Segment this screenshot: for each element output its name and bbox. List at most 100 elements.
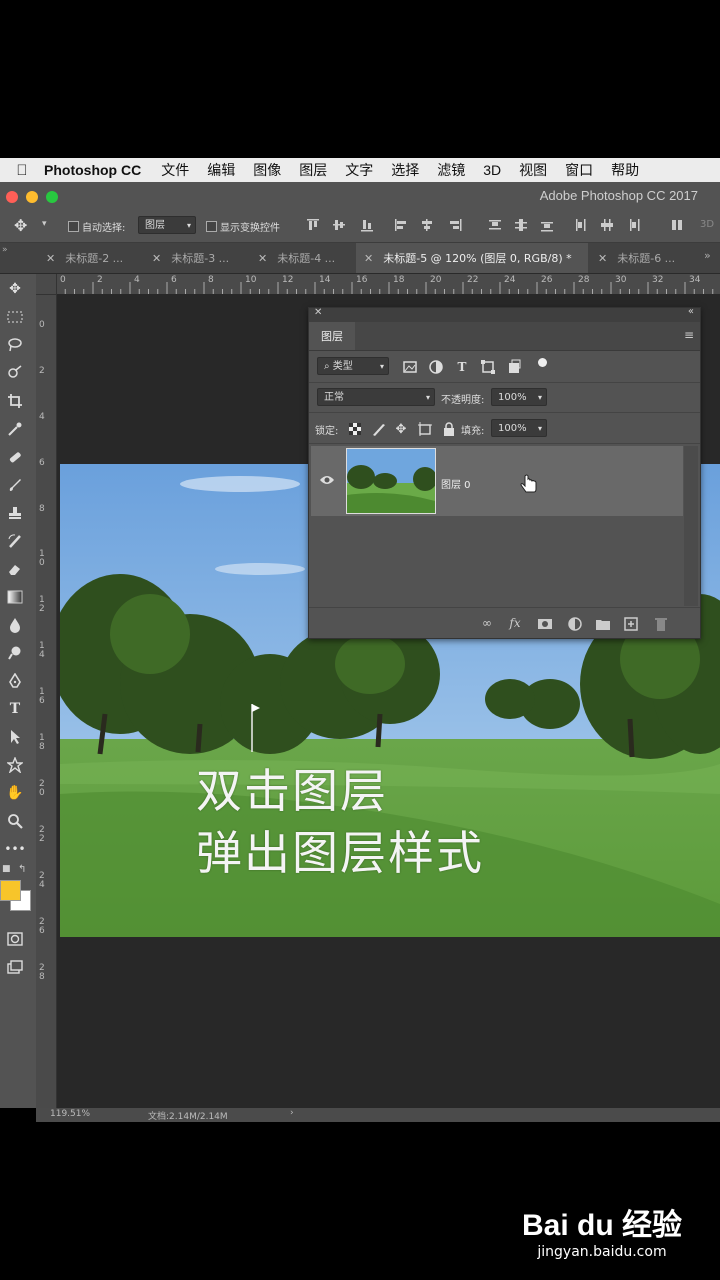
tab-doc-3[interactable]: ✕ 未标题-3 ... xyxy=(144,243,258,273)
zoom-window-button[interactable] xyxy=(46,191,58,203)
history-brush-tool-icon[interactable] xyxy=(4,530,26,552)
close-window-button[interactable] xyxy=(6,191,18,203)
fill-input[interactable]: 100% ▾ xyxy=(491,419,547,437)
lock-pixels-icon[interactable] xyxy=(371,421,387,437)
new-group-icon[interactable] xyxy=(595,616,611,632)
tab-layers[interactable]: 图层 xyxy=(309,322,355,350)
move-tool-icon[interactable]: ✥ xyxy=(14,216,27,235)
blur-tool-icon[interactable] xyxy=(4,614,26,636)
healing-brush-tool-icon[interactable] xyxy=(4,446,26,468)
menu-image[interactable]: 图像 xyxy=(253,160,281,180)
clone-stamp-tool-icon[interactable] xyxy=(4,502,26,524)
close-icon[interactable]: ✕ xyxy=(152,252,161,265)
menu-select[interactable]: 选择 xyxy=(391,160,419,180)
tab-doc-5[interactable]: ✕ 未标题-5 @ 120% (图层 0, RGB/8) * xyxy=(356,243,588,273)
auto-align-icon[interactable] xyxy=(670,218,684,232)
opacity-input[interactable]: 100% ▾ xyxy=(491,388,547,406)
new-adjustment-layer-icon[interactable] xyxy=(567,616,583,632)
filter-type-icon[interactable]: T xyxy=(454,359,470,375)
ruler-origin[interactable] xyxy=(36,274,57,295)
tab-doc-4[interactable]: ✕ 未标题-4 ... xyxy=(250,243,364,273)
menu-type[interactable]: 文字 xyxy=(345,160,373,180)
close-icon[interactable]: ✕ xyxy=(46,252,55,265)
screen-mode-icon[interactable] xyxy=(4,956,26,978)
align-bottom-icon[interactable] xyxy=(360,218,374,232)
status-menu-icon[interactable]: › xyxy=(290,1108,294,1118)
add-mask-icon[interactable] xyxy=(537,616,553,632)
distribute-left-icon[interactable] xyxy=(574,218,588,232)
layer-row[interactable]: 图层 0 xyxy=(311,446,683,516)
app-menu[interactable]: Photoshop CC xyxy=(44,162,141,178)
menu-window[interactable]: 窗口 xyxy=(565,160,593,180)
menu-edit[interactable]: 编辑 xyxy=(207,160,235,180)
expand-panels-icon[interactable]: » xyxy=(2,245,8,255)
default-colors-icon[interactable]: ■ xyxy=(2,864,11,874)
auto-select-checkbox[interactable] xyxy=(68,221,79,232)
chevron-down-icon[interactable]: ▾ xyxy=(42,219,47,229)
layer-name[interactable]: 图层 0 xyxy=(441,476,471,491)
show-transform-checkbox[interactable] xyxy=(206,221,217,232)
lock-all-icon[interactable] xyxy=(441,421,457,437)
lock-artboard-icon[interactable] xyxy=(417,421,433,437)
close-icon[interactable]: ✕ xyxy=(598,252,607,265)
tabs-overflow-icon[interactable]: » xyxy=(704,249,711,262)
horizontal-ruler[interactable]: 0 2 4 6 8 10 12 14 16 18 20 22 24 26 28 … xyxy=(56,274,720,295)
tab-doc-6[interactable]: ✕ 未标题-6 ... xyxy=(590,243,698,273)
dodge-tool-icon[interactable] xyxy=(4,642,26,664)
lock-position-icon[interactable]: ✥ xyxy=(393,421,409,437)
close-icon[interactable]: ✕ xyxy=(314,307,322,318)
filter-pixel-icon[interactable] xyxy=(402,359,418,375)
panel-header[interactable]: ✕ « xyxy=(309,306,700,322)
distribute-vcenter-icon[interactable] xyxy=(514,218,528,232)
eyedropper-tool-icon[interactable] xyxy=(4,418,26,440)
marquee-tool-icon[interactable] xyxy=(4,306,26,328)
blend-mode-dropdown[interactable]: 正常 ▾ xyxy=(317,388,435,406)
menu-3d[interactable]: 3D xyxy=(483,162,501,178)
auto-select-dropdown[interactable]: 图层 ▾ xyxy=(138,216,196,234)
zoom-tool-icon[interactable] xyxy=(4,810,26,832)
align-right-icon[interactable] xyxy=(448,218,462,232)
align-vcenter-icon[interactable] xyxy=(332,218,346,232)
type-tool-icon[interactable]: T xyxy=(4,698,26,720)
filter-smart-object-icon[interactable] xyxy=(506,359,522,375)
path-selection-tool-icon[interactable] xyxy=(4,726,26,748)
filter-toggle[interactable] xyxy=(538,358,547,367)
align-left-icon[interactable] xyxy=(394,218,408,232)
menu-help[interactable]: 帮助 xyxy=(611,160,639,180)
brush-tool-icon[interactable] xyxy=(4,474,26,496)
close-icon[interactable]: ✕ xyxy=(364,252,373,265)
panel-menu-icon[interactable]: ≡ xyxy=(684,328,694,342)
zoom-level[interactable]: 119.51% xyxy=(50,1109,90,1119)
menu-view[interactable]: 视图 xyxy=(519,160,547,180)
distribute-hcenter-icon[interactable] xyxy=(600,218,614,232)
custom-shape-tool-icon[interactable] xyxy=(4,754,26,776)
menu-filter[interactable]: 滤镜 xyxy=(437,160,465,180)
gradient-tool-icon[interactable] xyxy=(4,586,26,608)
apple-menu-icon[interactable]:  xyxy=(0,162,44,179)
eraser-tool-icon[interactable] xyxy=(4,558,26,580)
more-tools-icon[interactable]: ••• xyxy=(4,838,26,860)
filter-kind-dropdown[interactable]: ⌕ 类型 ▾ xyxy=(317,357,389,375)
filter-shape-icon[interactable] xyxy=(480,359,496,375)
pen-tool-icon[interactable] xyxy=(4,670,26,692)
distribute-right-icon[interactable] xyxy=(626,218,640,232)
swap-colors-icon[interactable]: ↰ xyxy=(18,864,26,875)
foreground-color-swatch[interactable] xyxy=(0,880,21,901)
lock-transparent-icon[interactable] xyxy=(347,421,363,437)
menu-file[interactable]: 文件 xyxy=(161,160,189,180)
align-top-icon[interactable] xyxy=(306,218,320,232)
menu-layer[interactable]: 图层 xyxy=(299,160,327,180)
scrollbar-track[interactable] xyxy=(684,446,698,606)
link-layers-icon[interactable]: ∞ xyxy=(479,616,495,632)
collapse-panel-icon[interactable]: « xyxy=(688,306,694,317)
close-icon[interactable]: ✕ xyxy=(258,252,267,265)
3d-mode-label[interactable]: 3D xyxy=(700,219,714,230)
distribute-top-icon[interactable] xyxy=(488,218,502,232)
layer-style-icon[interactable]: fx xyxy=(507,616,523,632)
new-layer-icon[interactable] xyxy=(623,616,639,632)
distribute-bottom-icon[interactable] xyxy=(540,218,554,232)
quick-select-tool-icon[interactable] xyxy=(4,362,26,384)
move-tool-icon[interactable]: ✥ xyxy=(4,278,26,300)
lasso-tool-icon[interactable] xyxy=(4,334,26,356)
quick-mask-icon[interactable] xyxy=(4,928,26,950)
